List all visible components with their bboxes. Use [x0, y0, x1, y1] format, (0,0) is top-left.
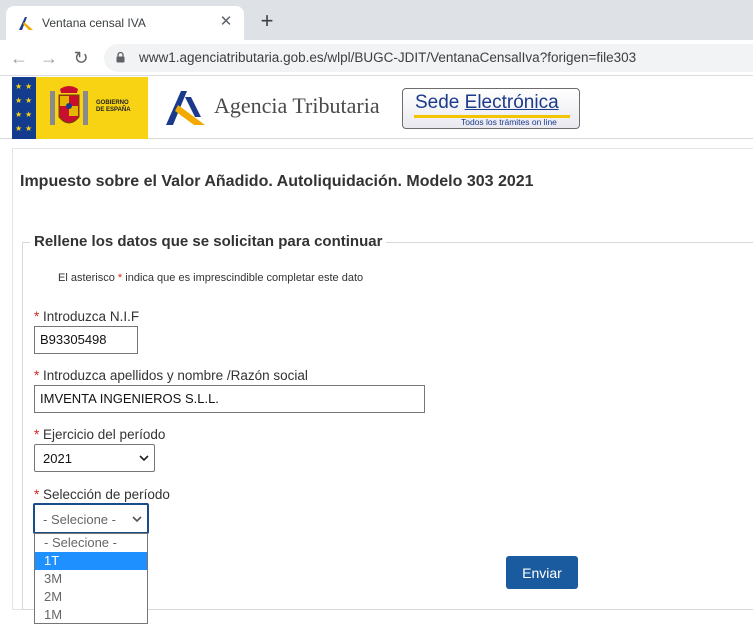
- address-bar[interactable]: www1.agenciatributaria.gob.es/wlpl/BUGC-…: [104, 44, 753, 72]
- browser-tab[interactable]: Ventana censal IVA ✕: [6, 6, 244, 40]
- forward-arrow-icon[interactable]: →: [39, 48, 59, 68]
- period-option[interactable]: - Selecione -: [35, 534, 147, 552]
- coat-of-arms-icon: [50, 86, 88, 125]
- tab-title: Ventana censal IVA: [42, 16, 146, 30]
- lock-icon: [116, 52, 125, 63]
- sede-title: Sede Electrónica: [415, 92, 559, 114]
- site-header: ★ ★ ★ ★ ★ ★ ★ ★ GOBIERNO DE ESPAÑA Agenc…: [0, 77, 753, 139]
- browser-window: Ventana censal IVA ✕ + ← → ↻ www1.agenci…: [0, 0, 753, 634]
- back-arrow-icon[interactable]: ←: [9, 48, 29, 68]
- hint-text-end: indica que es imprescindible completar e…: [122, 272, 364, 284]
- required-asterisk: *: [34, 487, 40, 502]
- close-icon[interactable]: ✕: [218, 14, 234, 30]
- name-label: * Introduzca apellidos y nombre /Razón s…: [34, 368, 308, 383]
- period-option[interactable]: 3M: [35, 570, 147, 588]
- year-label-text: Ejercicio del período: [43, 427, 166, 442]
- plus-icon[interactable]: +: [255, 10, 279, 34]
- required-asterisk: *: [34, 309, 40, 324]
- reload-icon[interactable]: ↻: [71, 48, 91, 68]
- government-label: GOBIERNO DE ESPAÑA: [96, 100, 131, 114]
- eu-stars-icon: ★ ★ ★ ★ ★ ★ ★ ★: [15, 82, 32, 133]
- period-select[interactable]: - Selecione -: [33, 503, 149, 534]
- form-legend: Rellene los datos que se solicitan para …: [30, 233, 387, 250]
- government-logo[interactable]: ★ ★ ★ ★ ★ ★ ★ ★ GOBIERNO DE ESPAÑA: [12, 77, 148, 139]
- svg-text:★: ★: [25, 96, 32, 105]
- chevron-down-icon: [132, 516, 142, 523]
- year-select-value: 2021: [43, 451, 72, 466]
- eu-flag-strip: ★ ★ ★ ★ ★ ★ ★ ★: [12, 77, 36, 139]
- svg-text:★: ★: [15, 82, 22, 91]
- svg-text:★: ★: [15, 124, 22, 133]
- browser-toolbar: ← → ↻ www1.agenciatributaria.gob.es/wlpl…: [0, 40, 753, 76]
- nif-label-text: Introduzca N.I.F: [43, 309, 140, 324]
- period-label-text: Selección de período: [43, 487, 170, 502]
- sede-title-part2: Electrónica: [464, 92, 559, 113]
- svg-text:★: ★: [25, 110, 32, 119]
- required-asterisk: *: [34, 427, 40, 442]
- tab-strip: Ventana censal IVA ✕ +: [0, 0, 753, 40]
- hint-text-start: El asterisco: [58, 272, 118, 284]
- period-dropdown-list: - Selecione - 1T 3M 2M 1M: [34, 533, 148, 624]
- required-asterisk: *: [34, 368, 40, 383]
- svg-text:★: ★: [25, 82, 32, 91]
- name-input[interactable]: IMVENTA INGENIEROS S.L.L.: [34, 385, 425, 413]
- svg-text:★: ★: [15, 96, 22, 105]
- year-label: * Ejercicio del período: [34, 427, 165, 442]
- agency-favicon-icon: [19, 17, 33, 30]
- required-hint: El asterisco * indica que es imprescindi…: [58, 272, 363, 284]
- period-option[interactable]: 1M: [35, 606, 147, 624]
- page-title: Impuesto sobre el Valor Añadido. Autoliq…: [20, 173, 534, 190]
- url-text: www1.agenciatributaria.gob.es/wlpl/BUGC-…: [139, 50, 637, 65]
- agency-logo-icon[interactable]: [163, 87, 207, 127]
- svg-text:★: ★: [25, 124, 32, 133]
- agency-name[interactable]: Agencia Tributaria: [214, 93, 380, 119]
- year-select[interactable]: 2021: [34, 444, 155, 472]
- period-option[interactable]: 2M: [35, 588, 147, 606]
- gov-label-line2: DE ESPAÑA: [96, 107, 131, 113]
- sede-subtitle: Todos los trámites on line: [461, 117, 557, 127]
- nif-label: * Introduzca N.I.F: [34, 309, 139, 324]
- sede-electronica-logo[interactable]: Sede Electrónica Todos los trámites on l…: [402, 88, 580, 129]
- period-select-value: - Selecione -: [43, 512, 116, 527]
- sede-title-part1: Sede: [415, 92, 465, 113]
- chevron-down-icon: [139, 455, 149, 462]
- name-label-text: Introduzca apellidos y nombre /Razón soc…: [43, 368, 308, 383]
- svg-text:★: ★: [15, 110, 22, 119]
- period-label: * Selección de período: [34, 487, 170, 502]
- gov-label-line1: GOBIERNO: [96, 100, 129, 106]
- period-option[interactable]: 1T: [35, 552, 147, 570]
- nif-input[interactable]: B93305498: [34, 326, 138, 354]
- submit-button[interactable]: Enviar: [506, 556, 578, 589]
